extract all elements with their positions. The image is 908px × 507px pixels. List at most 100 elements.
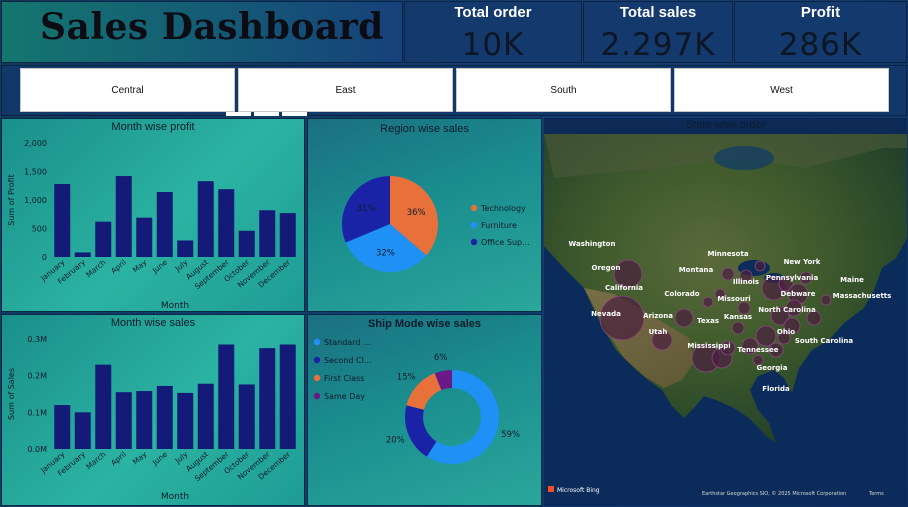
title-box: Sales Dashboard bbox=[1, 1, 403, 63]
x-axis-label: Month bbox=[161, 301, 189, 311]
dashboard: Sales Dashboard Total order 10K Total sa… bbox=[0, 0, 908, 507]
bar-february[interactable] bbox=[74, 252, 91, 257]
bar-december[interactable] bbox=[279, 344, 296, 450]
bar-november[interactable] bbox=[259, 210, 276, 257]
kpi-label: Profit bbox=[800, 4, 841, 21]
state-label-tennessee: Tennessee bbox=[737, 346, 778, 354]
legend-marker bbox=[470, 238, 478, 246]
slicer-central[interactable]: Central bbox=[20, 68, 235, 112]
state-bubble[interactable] bbox=[702, 296, 714, 308]
state-label-colorado: Colorado bbox=[664, 290, 699, 298]
slice-label: 36% bbox=[407, 208, 426, 218]
bar-june[interactable] bbox=[156, 192, 173, 257]
y-tick-label: 1,500 bbox=[24, 168, 47, 177]
shipmode-sales-chart: 59% 20% 15% 6% Standard ... Second Cl... First… bbox=[313, 338, 520, 464]
bar-october[interactable] bbox=[238, 230, 255, 257]
legend-label: First Class bbox=[324, 374, 364, 383]
bar-december[interactable] bbox=[279, 213, 296, 257]
state-bubble[interactable] bbox=[731, 321, 745, 335]
bar-august[interactable] bbox=[197, 383, 214, 449]
bar-july[interactable] bbox=[177, 392, 194, 449]
bar-april[interactable] bbox=[115, 176, 132, 257]
state-label-new-york: New York bbox=[784, 258, 821, 266]
page-nav-marker[interactable] bbox=[254, 112, 279, 116]
legend-marker bbox=[313, 338, 321, 346]
state-label-massachusetts: Massachusetts bbox=[833, 292, 892, 300]
state-label-north-carolina: North Carolina bbox=[758, 306, 816, 314]
bar-november[interactable] bbox=[259, 348, 276, 449]
bar-september[interactable] bbox=[218, 189, 235, 257]
map-terms-link[interactable]: Terms bbox=[868, 491, 884, 497]
bar-march[interactable] bbox=[95, 221, 112, 257]
state-label-texas: Texas bbox=[697, 317, 719, 325]
x-tick-label: March bbox=[84, 449, 107, 471]
x-tick-label: April bbox=[109, 450, 128, 468]
page-nav-marker[interactable] bbox=[226, 112, 251, 116]
bar-february[interactable] bbox=[74, 412, 91, 449]
bar-september[interactable] bbox=[218, 344, 235, 450]
page-nav-marker[interactable] bbox=[282, 112, 307, 116]
state-bubble[interactable] bbox=[755, 325, 777, 347]
slice-label: 32% bbox=[376, 248, 395, 258]
bar-october[interactable] bbox=[238, 384, 255, 449]
legend-label: Standard ... bbox=[324, 338, 371, 347]
state-label-mississippi: Mississippi bbox=[687, 342, 730, 350]
x-tick-label: June bbox=[150, 449, 169, 467]
month-profit-panel: Month wise profit 0 500 1,000 1,500 2,000 Jan… bbox=[1, 118, 305, 312]
state-label-washington: Washington bbox=[569, 240, 616, 248]
state-bubble[interactable] bbox=[674, 308, 694, 328]
bing-logo bbox=[548, 486, 554, 492]
state-bubble[interactable] bbox=[599, 295, 645, 341]
y-tick-label: 500 bbox=[32, 225, 47, 234]
state-map-panel: State wise order Washington Oregon Calif… bbox=[544, 118, 907, 506]
x-tick-label: May bbox=[131, 257, 149, 274]
y-tick-label: 2,000 bbox=[24, 139, 47, 148]
state-label-minnesota: Minnesota bbox=[707, 250, 748, 258]
hudson-bay bbox=[714, 146, 774, 170]
state-map[interactable]: Washington Oregon California Nevada Montana M… bbox=[544, 118, 907, 506]
state-label-kansas: Kansas bbox=[724, 313, 752, 321]
bar-may[interactable] bbox=[136, 391, 153, 449]
kpi-value: 10K bbox=[461, 27, 525, 63]
month-profit-chart: 05001,0001,5002,000JanuaryFebruaryMarch A… bbox=[7, 139, 296, 311]
legend-label: Same Day bbox=[324, 392, 365, 401]
bar-april[interactable] bbox=[115, 392, 132, 449]
state-bubble[interactable] bbox=[820, 294, 832, 306]
y-axis-label: Sum of Profit bbox=[7, 174, 16, 226]
bar-july[interactable] bbox=[177, 240, 194, 257]
state-label-california: California bbox=[605, 284, 643, 292]
legend-label: Second Cl... bbox=[324, 356, 371, 365]
slice-label: 6% bbox=[434, 353, 448, 363]
slicer-west[interactable]: West bbox=[674, 68, 889, 112]
slicer-east[interactable]: East bbox=[238, 68, 453, 112]
month-sales-panel: Month wise sales 0.0M 0.1M 0.2M 0.3M January… bbox=[1, 314, 305, 506]
state-label-georgia: Georgia bbox=[757, 364, 788, 372]
bar-june[interactable] bbox=[156, 385, 173, 449]
slice-label: 31% bbox=[357, 204, 376, 214]
legend-marker bbox=[470, 221, 478, 229]
state-bubble[interactable] bbox=[754, 260, 766, 272]
state-label-debware: Debware bbox=[781, 290, 816, 298]
bar-january[interactable] bbox=[54, 405, 71, 449]
kpi-value: 286K bbox=[778, 27, 863, 63]
bar-august[interactable] bbox=[197, 181, 214, 257]
y-tick-label: 0.2M bbox=[27, 372, 47, 381]
map-attribution: Earthstar Geographics SIO, © 2025 Micros… bbox=[702, 490, 846, 497]
bing-label: Microsoft Bing bbox=[557, 487, 600, 494]
shipmode-sales-panel: Ship Mode wise sales 59% 20% 15% 6% Standard… bbox=[307, 314, 542, 506]
legend-marker bbox=[313, 356, 321, 364]
slicer-south[interactable]: South bbox=[456, 68, 671, 112]
bar-january[interactable] bbox=[54, 184, 71, 257]
month-sales-chart: 0.0M0.1M0.2M0.3MJanuaryFebruaryMarch Apri… bbox=[7, 335, 296, 502]
legend-marker bbox=[470, 204, 478, 212]
state-label-nevada: Nevada bbox=[591, 310, 621, 318]
kpi-profit: Profit 286K bbox=[734, 1, 907, 63]
bar-may[interactable] bbox=[136, 217, 153, 257]
bar-march[interactable] bbox=[95, 364, 112, 449]
state-label-florida: Florida bbox=[762, 385, 790, 393]
state-label-oregon: Oregon bbox=[592, 264, 621, 272]
state-label-montana: Montana bbox=[679, 266, 714, 274]
x-tick-label: May bbox=[131, 449, 149, 466]
y-tick-label: 0 bbox=[42, 253, 47, 262]
y-tick-label: 0.3M bbox=[27, 335, 47, 344]
